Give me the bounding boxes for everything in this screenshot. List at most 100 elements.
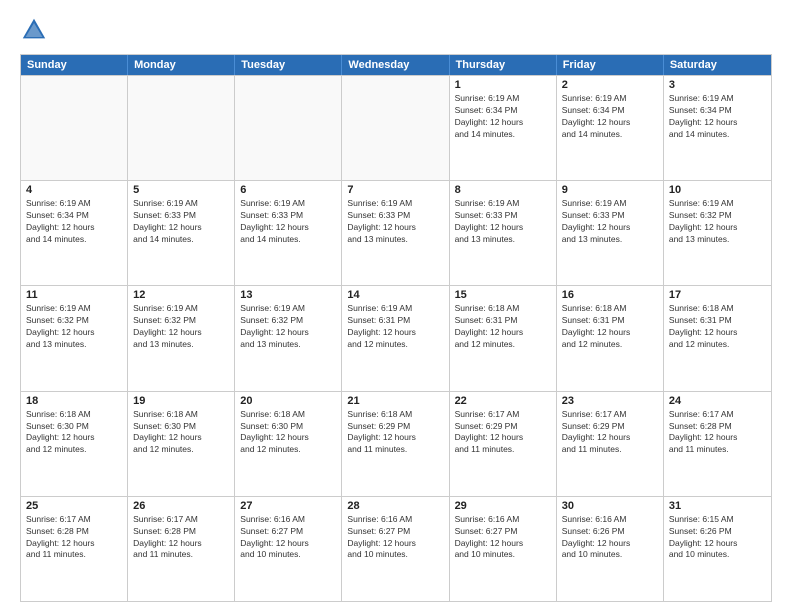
- day-info: Sunrise: 6:18 AM Sunset: 6:31 PM Dayligh…: [455, 303, 551, 351]
- day-info: Sunrise: 6:19 AM Sunset: 6:32 PM Dayligh…: [669, 198, 766, 246]
- calendar-cell: 9Sunrise: 6:19 AM Sunset: 6:33 PM Daylig…: [557, 181, 664, 285]
- day-info: Sunrise: 6:19 AM Sunset: 6:33 PM Dayligh…: [455, 198, 551, 246]
- day-number: 4: [26, 184, 122, 196]
- weekday-header-saturday: Saturday: [664, 55, 771, 75]
- calendar-cell: 11 Sunrise: 6:19 AM Sunset: 6:32 PM Dayli…: [21, 286, 128, 390]
- calendar-cell: 18Sunrise: 6:18 AM Sunset: 6:30 PM Dayli…: [21, 392, 128, 496]
- day-number: 7: [347, 184, 443, 196]
- weekday-header-wednesday: Wednesday: [342, 55, 449, 75]
- day-info: Sunrise: 6:15 AM Sunset: 6:26 PM Dayligh…: [669, 514, 766, 562]
- day-number: 26: [133, 500, 229, 512]
- calendar-week-4: 18 Sunrise: 6:18 AM Sunset: 6:30 PM Dayli…: [21, 391, 771, 496]
- day-info: Sunrise: 6:16 AM Sunset: 6:27 PM Dayligh…: [240, 514, 336, 562]
- day-number: 31: [669, 500, 766, 512]
- calendar-cell: 10 Sunrise: 6:19 AM Sunset: 6:32 PM Dayli…: [664, 181, 771, 285]
- day-info: Sunrise: 6:19 AM Sunset: 6:31 PM Dayligh…: [347, 303, 443, 351]
- calendar-cell: 13 Sunrise: 6:19 AM Sunset: 6:32 PM Dayli…: [235, 286, 342, 390]
- day-number: 17: [669, 289, 766, 301]
- day-number: 19: [133, 395, 229, 407]
- day-info: Sunrise: 6:16 AM Sunset: 6:27 PM Dayligh…: [455, 514, 551, 562]
- calendar-cell: [128, 76, 235, 180]
- day-number: 23: [562, 395, 658, 407]
- day-number: 16: [562, 289, 658, 301]
- calendar-cell: 22 Sunrise: 6:17 AM Sunset: 6:29 PM Dayli…: [450, 392, 557, 496]
- header: [20, 16, 772, 44]
- day-info: Sunrise: 6:19 AM Sunset: 6:34 PM Dayligh…: [26, 198, 122, 246]
- day-info: Sunrise: 6:19 AM Sunset: 6:32 PM Dayligh…: [133, 303, 229, 351]
- day-number: 15: [455, 289, 551, 301]
- logo: [20, 16, 52, 44]
- day-number: 1: [455, 79, 551, 91]
- day-number: 25: [26, 500, 122, 512]
- day-info: Sunrise: 6:17 AM Sunset: 6:28 PM Dayligh…: [669, 409, 766, 457]
- day-info: Sunrise: 6:19 AM Sunset: 6:33 PM Dayligh…: [347, 198, 443, 246]
- calendar-cell: 20 Sunrise: 6:18 AM Sunset: 6:30 PM Dayli…: [235, 392, 342, 496]
- calendar-cell: 4 Sunrise: 6:19 AM Sunset: 6:34 PM Daylig…: [21, 181, 128, 285]
- calendar: SundayMondayTuesdayWednesdayThursdayFrid…: [20, 54, 772, 602]
- day-info: Sunrise: 6:16 AM Sunset: 6:26 PM Dayligh…: [562, 514, 658, 562]
- weekday-header-monday: Monday: [128, 55, 235, 75]
- day-info: Sunrise: 6:19 AM Sunset: 6:34 PM Dayligh…: [455, 93, 551, 141]
- calendar-cell: 25Sunrise: 6:17 AM Sunset: 6:28 PM Dayli…: [21, 497, 128, 601]
- day-number: 10: [669, 184, 766, 196]
- day-info: Sunrise: 6:17 AM Sunset: 6:29 PM Dayligh…: [562, 409, 658, 457]
- day-number: 13: [240, 289, 336, 301]
- day-info: Sunrise: 6:19 AM Sunset: 6:32 PM Dayligh…: [26, 303, 122, 351]
- calendar-cell: 6 Sunrise: 6:19 AM Sunset: 6:33 PM Daylig…: [235, 181, 342, 285]
- calendar-cell: 30 Sunrise: 6:16 AM Sunset: 6:26 PM Dayli…: [557, 497, 664, 601]
- day-number: 2: [562, 79, 658, 91]
- day-number: 22: [455, 395, 551, 407]
- calendar-cell: 21Sunrise: 6:18 AM Sunset: 6:29 PM Dayli…: [342, 392, 449, 496]
- calendar-cell: 7 Sunrise: 6:19 AM Sunset: 6:33 PM Daylig…: [342, 181, 449, 285]
- day-number: 24: [669, 395, 766, 407]
- day-info: Sunrise: 6:18 AM Sunset: 6:31 PM Dayligh…: [562, 303, 658, 351]
- day-number: 6: [240, 184, 336, 196]
- day-info: Sunrise: 6:18 AM Sunset: 6:30 PM Dayligh…: [133, 409, 229, 457]
- day-number: 29: [455, 500, 551, 512]
- calendar-cell: 28Sunrise: 6:16 AM Sunset: 6:27 PM Dayli…: [342, 497, 449, 601]
- day-info: Sunrise: 6:17 AM Sunset: 6:29 PM Dayligh…: [455, 409, 551, 457]
- calendar-cell: 5 Sunrise: 6:19 AM Sunset: 6:33 PM Daylig…: [128, 181, 235, 285]
- calendar-cell: 27 Sunrise: 6:16 AM Sunset: 6:27 PM Dayli…: [235, 497, 342, 601]
- calendar-cell: 3Sunrise: 6:19 AM Sunset: 6:34 PM Daylig…: [664, 76, 771, 180]
- day-number: 20: [240, 395, 336, 407]
- calendar-cell: 15 Sunrise: 6:18 AM Sunset: 6:31 PM Dayli…: [450, 286, 557, 390]
- calendar-cell: 24 Sunrise: 6:17 AM Sunset: 6:28 PM Dayli…: [664, 392, 771, 496]
- day-number: 30: [562, 500, 658, 512]
- day-info: Sunrise: 6:19 AM Sunset: 6:33 PM Dayligh…: [240, 198, 336, 246]
- logo-icon: [20, 16, 48, 44]
- day-info: Sunrise: 6:18 AM Sunset: 6:31 PM Dayligh…: [669, 303, 766, 351]
- day-info: Sunrise: 6:19 AM Sunset: 6:32 PM Dayligh…: [240, 303, 336, 351]
- day-number: 5: [133, 184, 229, 196]
- day-number: 18: [26, 395, 122, 407]
- calendar-cell: 31 Sunrise: 6:15 AM Sunset: 6:26 PM Dayli…: [664, 497, 771, 601]
- calendar-week-2: 4 Sunrise: 6:19 AM Sunset: 6:34 PM Daylig…: [21, 180, 771, 285]
- calendar-cell: [21, 76, 128, 180]
- day-info: Sunrise: 6:18 AM Sunset: 6:30 PM Dayligh…: [240, 409, 336, 457]
- day-number: 11: [26, 289, 122, 301]
- day-info: Sunrise: 6:17 AM Sunset: 6:28 PM Dayligh…: [133, 514, 229, 562]
- day-number: 3: [669, 79, 766, 91]
- calendar-cell: 2Sunrise: 6:19 AM Sunset: 6:34 PM Daylig…: [557, 76, 664, 180]
- calendar-cell: 23 Sunrise: 6:17 AM Sunset: 6:29 PM Dayli…: [557, 392, 664, 496]
- calendar-cell: 19 Sunrise: 6:18 AM Sunset: 6:30 PM Dayli…: [128, 392, 235, 496]
- calendar-cell: 16 Sunrise: 6:18 AM Sunset: 6:31 PM Dayli…: [557, 286, 664, 390]
- calendar-cell: 29 Sunrise: 6:16 AM Sunset: 6:27 PM Dayli…: [450, 497, 557, 601]
- calendar-cell: 12 Sunrise: 6:19 AM Sunset: 6:32 PM Dayli…: [128, 286, 235, 390]
- calendar-cell: [342, 76, 449, 180]
- calendar-cell: 14 Sunrise: 6:19 AM Sunset: 6:31 PM Dayli…: [342, 286, 449, 390]
- weekday-header-thursday: Thursday: [450, 55, 557, 75]
- calendar-week-5: 25 Sunrise: 6:17 AM Sunset: 6:28 PM Dayli…: [21, 496, 771, 601]
- day-info: Sunrise: 6:19 AM Sunset: 6:33 PM Dayligh…: [133, 198, 229, 246]
- day-number: 14: [347, 289, 443, 301]
- day-number: 27: [240, 500, 336, 512]
- day-number: 9: [562, 184, 658, 196]
- calendar-cell: 1 Sunrise: 6:19 AM Sunset: 6:34 PM Daylig…: [450, 76, 557, 180]
- calendar-cell: 8Sunrise: 6:19 AM Sunset: 6:33 PM Daylig…: [450, 181, 557, 285]
- calendar-header: SundayMondayTuesdayWednesdayThursdayFrid…: [21, 55, 771, 75]
- day-info: Sunrise: 6:16 AM Sunset: 6:27 PM Dayligh…: [347, 514, 443, 562]
- calendar-week-1: 1 Sunrise: 6:19 AM Sunset: 6:34 PM Daylig…: [21, 75, 771, 180]
- day-number: 12: [133, 289, 229, 301]
- calendar-cell: [235, 76, 342, 180]
- day-number: 21: [347, 395, 443, 407]
